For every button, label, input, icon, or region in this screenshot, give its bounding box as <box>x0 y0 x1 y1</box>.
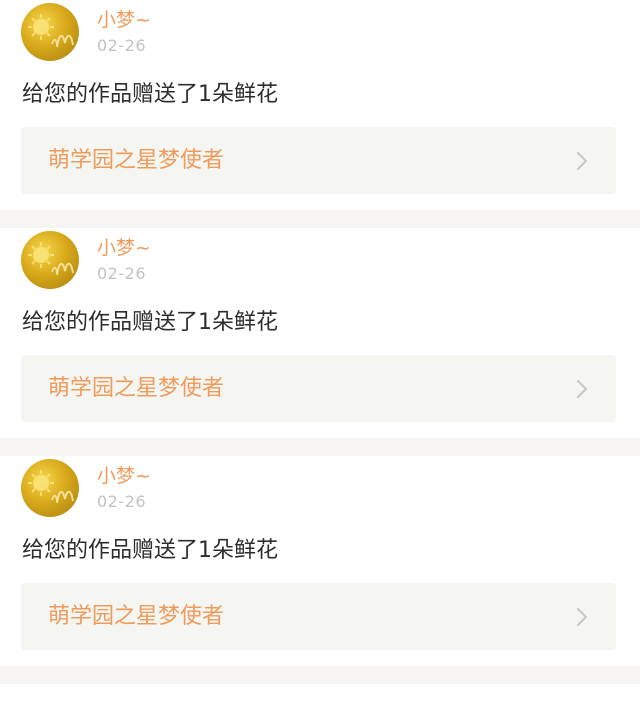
work-title: 萌学园之星梦使者 <box>48 604 225 629</box>
work-title: 萌学园之星梦使者 <box>48 376 225 401</box>
gift-notification-card: 小梦~ 02-26 给您的作品赠送了1朵鲜花 萌学园之星梦使者 <box>0 0 640 210</box>
chevron-right-icon <box>576 379 588 399</box>
username[interactable]: 小梦~ <box>97 8 151 32</box>
gift-notification-card: 小梦~ 02-26 给您的作品赠送了1朵鲜花 萌学园之星梦使者 <box>0 456 640 666</box>
timestamp: 02-26 <box>97 264 146 283</box>
card-separator <box>0 666 640 684</box>
chevron-right-icon <box>576 607 588 627</box>
chevron-right-icon <box>576 151 588 171</box>
work-link[interactable]: 萌学园之星梦使者 <box>21 127 616 194</box>
avatar[interactable] <box>21 3 79 61</box>
card-separator <box>0 438 640 456</box>
timestamp: 02-26 <box>97 492 146 511</box>
gift-notification-feed: 小梦~ 02-26 给您的作品赠送了1朵鲜花 萌学园之星梦使者 小梦~ 02-2… <box>0 0 640 684</box>
timestamp: 02-26 <box>97 36 146 55</box>
username[interactable]: 小梦~ <box>97 464 151 488</box>
card-separator <box>0 210 640 228</box>
avatar[interactable] <box>21 459 79 517</box>
work-link[interactable]: 萌学园之星梦使者 <box>21 583 616 650</box>
work-link[interactable]: 萌学园之星梦使者 <box>21 355 616 422</box>
avatar[interactable] <box>21 231 79 289</box>
gift-notification-card: 小梦~ 02-26 给您的作品赠送了1朵鲜花 萌学园之星梦使者 <box>0 228 640 438</box>
gift-message: 给您的作品赠送了1朵鲜花 <box>22 538 278 563</box>
username[interactable]: 小梦~ <box>97 236 151 260</box>
gift-message: 给您的作品赠送了1朵鲜花 <box>22 82 278 107</box>
gift-message: 给您的作品赠送了1朵鲜花 <box>22 310 278 335</box>
work-title: 萌学园之星梦使者 <box>48 148 225 173</box>
